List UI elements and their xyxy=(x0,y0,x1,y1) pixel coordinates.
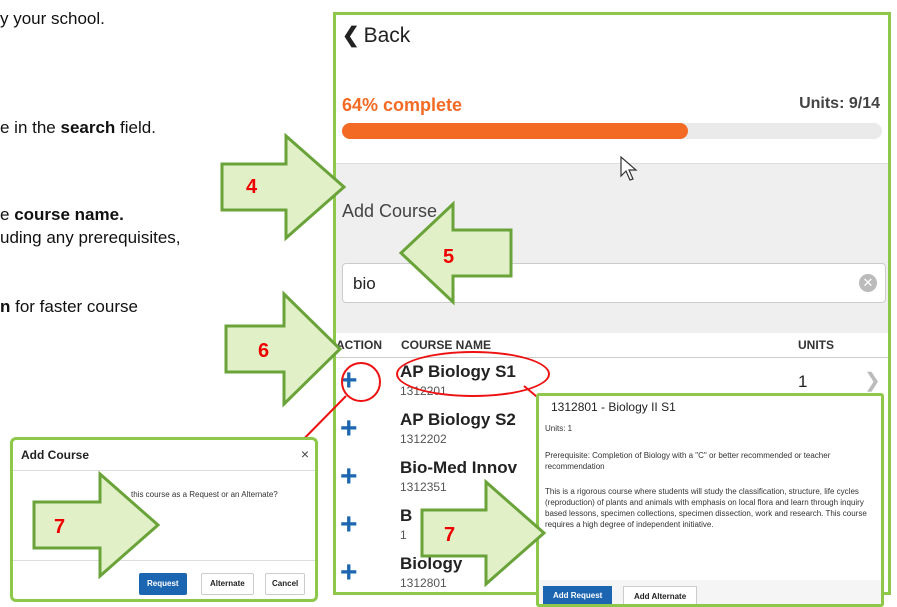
step-6-arrow-shape xyxy=(224,290,343,408)
detail-units: Units: 1 xyxy=(545,424,573,433)
step-7-label-left: 7 xyxy=(54,516,66,538)
modal-header: Add Course × xyxy=(13,440,315,471)
step-4-arrow-shape xyxy=(220,132,347,242)
step-5-label: 5 xyxy=(443,246,455,268)
cancel-button[interactable]: Cancel xyxy=(265,573,306,595)
detail-title: 1312801 - Biology II S1 xyxy=(551,400,676,414)
step-7-label-right: 7 xyxy=(444,524,456,546)
detail-description: This is a rigorous course where students… xyxy=(545,487,867,529)
cursor-icon xyxy=(620,156,638,181)
step-7-left-arrow-shape xyxy=(32,470,161,580)
detail-actions: Add Request Add Alternate xyxy=(539,580,881,604)
close-icon[interactable]: × xyxy=(301,446,309,462)
step-6-label: 6 xyxy=(258,340,270,362)
step-4-label: 4 xyxy=(246,176,258,198)
add-request-button[interactable]: Add Request xyxy=(543,586,613,604)
step-5-arrow-shape xyxy=(398,200,513,306)
course-detail-popup: 1312801 - Biology II S1 Units: 1 Prerequ… xyxy=(536,393,884,607)
step-7-right-arrow-shape xyxy=(420,478,547,588)
alternate-button[interactable]: Alternate xyxy=(201,573,254,595)
step-5-arrow xyxy=(398,200,513,306)
add-alternate-button[interactable]: Add Alternate xyxy=(623,586,698,604)
step-6-arrow xyxy=(224,290,343,408)
step-4-arrow xyxy=(220,132,347,242)
step-7-arrow-left xyxy=(32,470,161,580)
step-7-arrow-right xyxy=(420,478,547,588)
modal-title: Add Course xyxy=(21,448,90,462)
detail-prerequisite: Prerequisite: Completion of Biology with… xyxy=(545,451,831,471)
